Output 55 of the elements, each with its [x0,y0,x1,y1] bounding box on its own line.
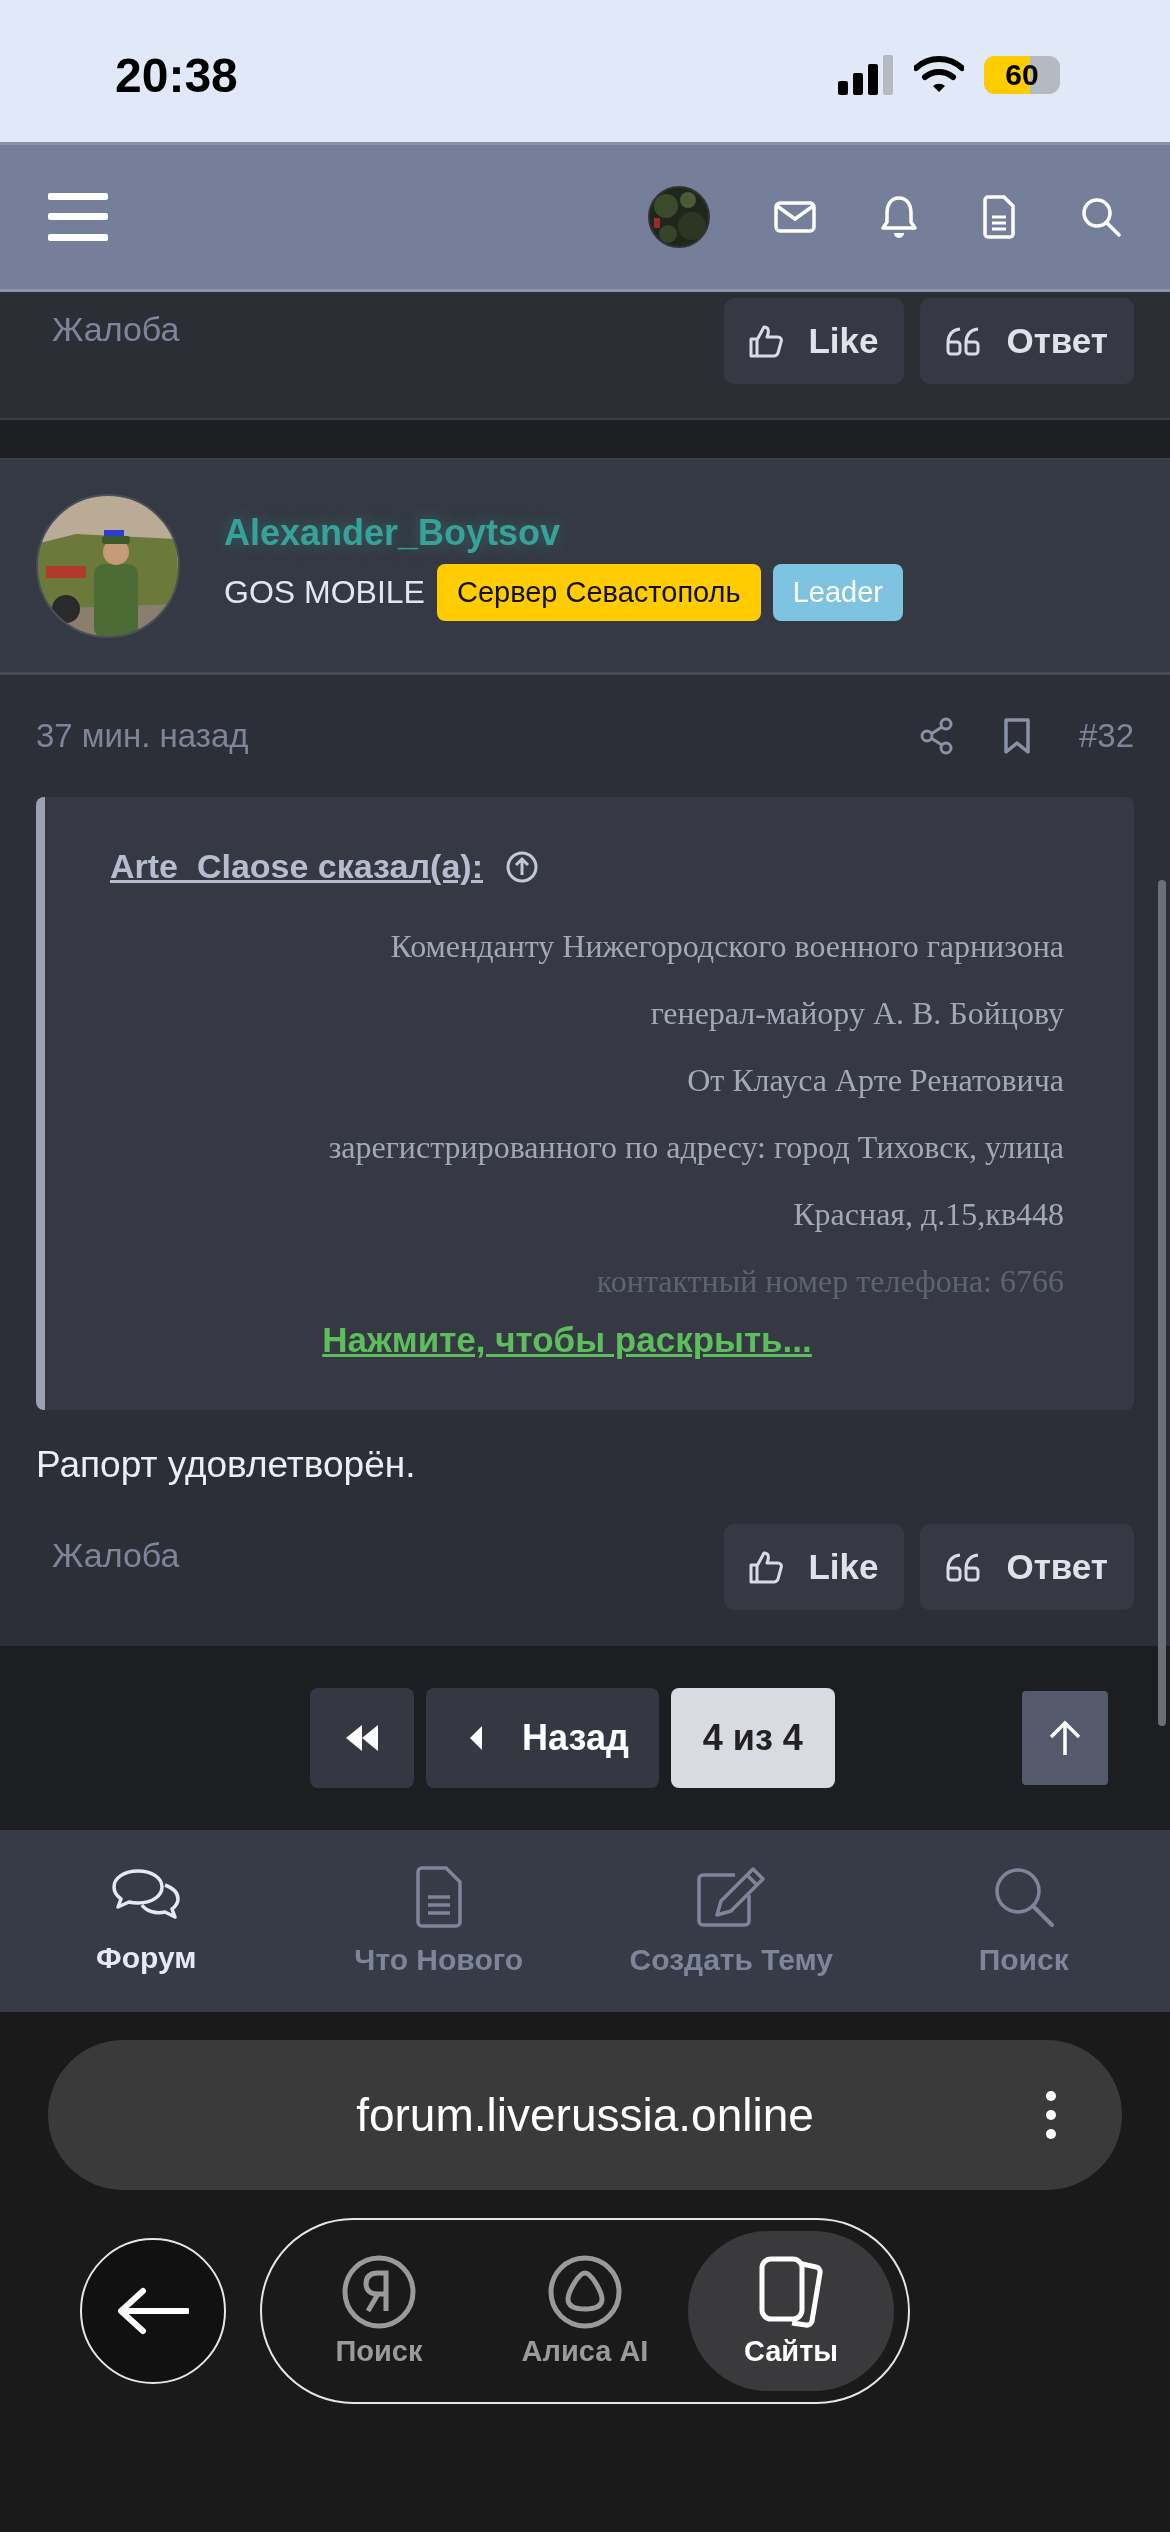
quote-icon [944,325,983,357]
thumbs-up-icon [748,1549,785,1585]
url-text: forum.liverussia.online [356,2088,814,2142]
scrollbar[interactable] [1158,880,1166,1726]
quote-text: зарегистрированного по адресу: город Тиховск, улица [328,1129,1064,1166]
search-icon[interactable] [1080,196,1122,238]
report-link[interactable]: Жалоба [36,1524,196,1587]
double-caret-left-icon [344,1725,380,1751]
back-button[interactable]: Назад [426,1688,659,1788]
like-button[interactable]: Like [724,298,905,384]
assistant-icon [548,2254,622,2329]
user-title: GOS MOBILE [224,573,425,611]
quote-text: Коменданту Нижегородского военного гарнизона [390,928,1064,965]
document-icon [413,1865,464,1929]
browser-tab[interactable]: Алиса AI [482,2231,688,2391]
user-badge: Сервер Севастополь [436,563,761,621]
browser-tab[interactable]: Поиск [276,2231,482,2391]
scroll-top-button[interactable] [1022,1691,1108,1785]
arrow-left-icon [117,2287,189,2335]
quote-author-link[interactable]: Arte_Claose сказал(а): [110,847,483,886]
more-icon[interactable] [1044,2090,1058,2140]
clock: 20:38 [115,47,238,103]
share-icon[interactable] [918,717,955,755]
letter-circle-icon [342,2254,416,2329]
arrow-up-circle-icon[interactable] [504,849,539,884]
quote-text: От Клауса Арте Ренатовича [687,1062,1064,1099]
post-number-link[interactable]: #32 [1078,717,1134,755]
address-bar[interactable]: forum.liverussia.online [48,2040,1122,2190]
report-link[interactable]: Жалоба [36,298,196,361]
bookmark-icon[interactable] [1002,717,1031,755]
reply-button[interactable]: Ответ [920,298,1134,384]
reply-button[interactable]: Ответ [920,1524,1134,1610]
bell-icon[interactable] [880,195,918,239]
post-text: Рапорт удовлетворён. [36,1444,417,1486]
arrow-up-icon [1047,1719,1083,1757]
page-indicator[interactable]: 4 из 4 [670,1688,835,1788]
document-icon[interactable] [982,195,1016,239]
username-link[interactable]: Alexander_Boytsov [224,511,903,554]
browser-tab[interactable]: Сайты [688,2231,894,2391]
quote-icon [944,1551,983,1583]
edit-icon [695,1865,768,1929]
caret-left-icon [470,1726,482,1750]
quote-text: Красная, д.15,кв448 [793,1196,1064,1233]
signal-icon [838,55,894,95]
quote-text: генерал-майору А. В. Бойцову [650,995,1064,1032]
user-badge: Leader [772,563,903,621]
expand-link[interactable]: Нажмите, чтобы раскрыть... [322,1320,812,1360]
first-page-button[interactable] [310,1688,414,1788]
like-button[interactable]: Like [724,1524,905,1610]
wifi-icon [914,56,964,94]
post-time[interactable]: 37 мин. назад [36,717,249,755]
nav-tab[interactable]: Форум [0,1830,293,2012]
thumbs-up-icon [748,323,785,359]
menu-icon[interactable] [48,193,108,241]
mail-icon[interactable] [774,201,816,233]
